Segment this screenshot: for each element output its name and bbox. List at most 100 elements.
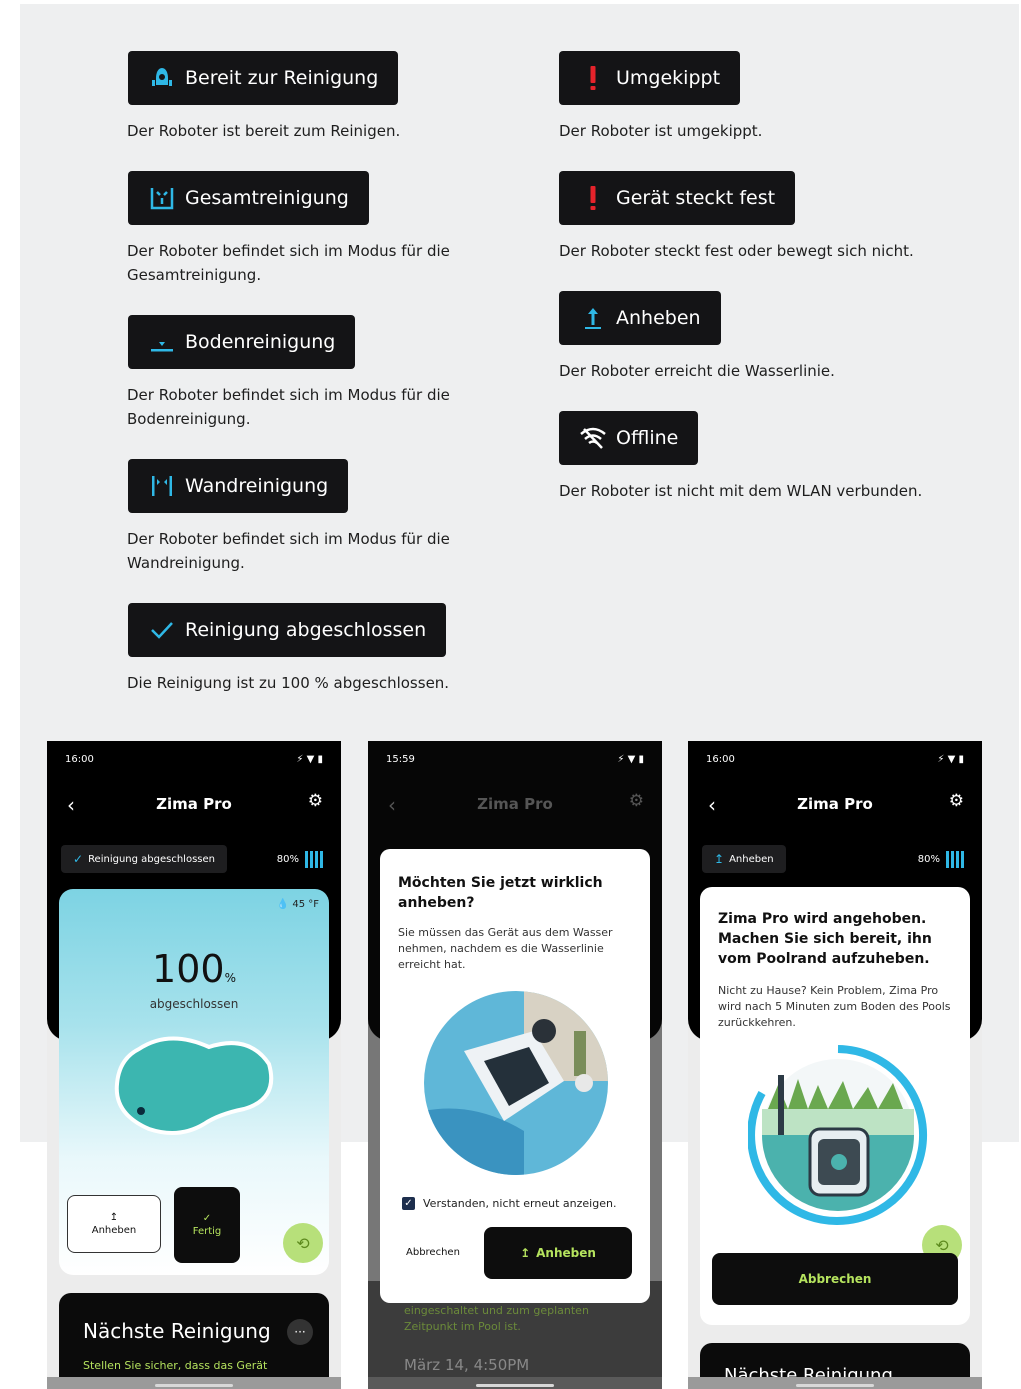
gamepad-icon: ⟲ — [935, 1235, 949, 1255]
progress-value: 100 — [152, 947, 225, 991]
status-badge-tipped: Umgekippt — [559, 51, 741, 105]
background-text: eingeschaltet und zum geplanten Zeitpunk… — [404, 1303, 589, 1335]
battery-percent: 80% — [917, 854, 940, 865]
lifting-card-title: Zima Pro wird angehoben. Machen Sie sich… — [718, 911, 932, 967]
battery-percent: 80% — [276, 854, 299, 865]
done-button[interactable]: ✓ Fertig — [174, 1187, 240, 1263]
water-temperature: 💧 45 °F — [277, 899, 319, 910]
status-icons: ⚡ ▼ ▮ — [296, 753, 323, 765]
lifting-card-body: Nicht zu Hause? Kein Problem, Zima Pro w… — [718, 984, 951, 1029]
status-icons: ⚡ ▼ ▮ — [617, 753, 644, 765]
check-icon: ✓ — [202, 1213, 212, 1224]
status-badge-ready: Bereit zur Reinigung — [128, 51, 399, 105]
back-icon[interactable]: ‹ — [708, 793, 716, 817]
gear-icon[interactable]: ⚙ — [629, 791, 644, 811]
background-line: Zeitpunkt im Pool ist. — [404, 1320, 521, 1333]
badge-label: Gerät steckt fest — [616, 187, 776, 209]
lift-button[interactable]: ↥ Anheben — [67, 1195, 161, 1253]
battery-icon — [946, 851, 964, 868]
badge-description: Der Roboter ist bereit zum Reinigen. — [127, 122, 401, 140]
robot-lift-photo — [424, 991, 608, 1175]
progress-percent: 100% — [59, 947, 329, 991]
status-chip-label: Anheben — [729, 853, 774, 865]
badge-description: Der Roboter erreicht die Wasserlinie. — [559, 362, 835, 380]
bottom-bar — [688, 1377, 982, 1389]
cleaning-progress-card: 💧 45 °F 100% abgeschlossen ↥ Anheben ✓ F… — [59, 889, 329, 1275]
status-badge-lift: Anheben — [559, 291, 721, 345]
next-cleaning-card: Nächste Reinigung ··· Stellen Sie sicher… — [59, 1293, 329, 1389]
next-cleaning-subtitle: Stellen Sie sicher, dass das Gerät — [83, 1359, 268, 1372]
pool-map-illustration — [114, 1036, 274, 1135]
badge-label: Bereit zur Reinigung — [185, 67, 379, 89]
checkbox-label: Verstanden, nicht erneut anzeigen. — [423, 1197, 617, 1210]
gear-icon[interactable]: ⚙ — [308, 791, 323, 811]
status-time: 16:00 — [65, 753, 94, 765]
temperature-value: 45 °F — [292, 899, 319, 910]
badge-description: Der Roboter steckt fest oder bewegt sich… — [559, 242, 914, 260]
gear-icon[interactable]: ⚙ — [949, 791, 964, 811]
droplet-icon: 💧 — [276, 899, 290, 910]
lift-arrow-icon: ↥ — [109, 1212, 119, 1223]
badge-description: Der Roboter befindet sich im Modus für d… — [127, 386, 450, 428]
more-options-button[interactable]: ··· — [287, 1319, 313, 1345]
badge-label: Offline — [616, 427, 679, 449]
lift-arrow-icon — [579, 304, 607, 332]
bottom-bar — [47, 1377, 341, 1389]
gamepad-icon: ⟲ — [296, 1233, 310, 1253]
background-line: eingeschaltet und zum geplanten — [404, 1304, 589, 1317]
dialog-title: Möchten Sie jetzt wirklich anheben? — [398, 875, 603, 911]
back-icon[interactable]: ‹ — [67, 793, 75, 817]
status-badge-stuck: Gerät steckt fest — [559, 171, 796, 225]
phone-screen-lifting: 16:00 ⚡ ▼ ▮ ‹ Zima Pro ⚙ ↥ Anheben 80% Z… — [688, 741, 982, 1389]
done-button-label: Fertig — [192, 1226, 222, 1237]
lift-arrow-icon: ↥ — [714, 852, 725, 866]
badge-label: Wandreinigung — [185, 475, 329, 497]
cancel-lift-button[interactable]: Abbrechen — [712, 1253, 958, 1305]
dont-show-again-checkbox[interactable]: ✓ Verstanden, nicht erneut anzeigen. — [402, 1197, 616, 1210]
status-badge-wall-clean: Wandreinigung — [128, 459, 349, 513]
status-icons: ⚡ ▼ ▮ — [937, 753, 964, 765]
page-title: Zima Pro — [477, 795, 553, 813]
status-badge-floor-clean: Bodenreinigung — [128, 315, 356, 369]
cancel-button[interactable]: Abbrechen — [406, 1247, 460, 1258]
status-bar: 15:59 ⚡ ▼ ▮ — [386, 753, 644, 765]
full-clean-icon — [148, 184, 176, 212]
status-badge-complete: Reinigung abgeschlossen — [128, 603, 447, 657]
check-icon: ✓ — [73, 852, 84, 866]
lift-arrow-icon: ↥ — [520, 1246, 531, 1260]
status-badge-full-clean: Gesamtreinigung — [128, 171, 369, 225]
status-time: 16:00 — [706, 753, 735, 765]
confirm-lift-button[interactable]: ↥ Anheben — [484, 1227, 632, 1279]
badge-description: Der Roboter befindet sich im Modus für d… — [127, 530, 450, 572]
cancel-lift-label: Abbrechen — [798, 1272, 872, 1286]
page-title: Zima Pro — [797, 795, 873, 813]
badge-description: Der Roboter befindet sich im Modus für d… — [127, 242, 450, 284]
dialog-body: Sie müssen das Gerät aus dem Wasser nehm… — [398, 926, 613, 971]
back-icon[interactable]: ‹ — [388, 793, 396, 817]
status-chip: ✓ Reinigung abgeschlossen — [61, 845, 227, 873]
title-bar: ‹ Zima Pro ⚙ — [688, 791, 982, 819]
home-indicator — [476, 1384, 554, 1387]
bottom-bar — [368, 1377, 662, 1389]
lift-confirm-dialog: Möchten Sie jetzt wirklich anheben? Sie … — [380, 849, 650, 1303]
badge-description: Die Reinigung ist zu 100 % abgeschlossen… — [127, 674, 450, 692]
page-title: Zima Pro — [156, 795, 232, 813]
badge-description: Der Roboter ist nicht mit dem WLAN verbu… — [559, 482, 923, 500]
status-bar: 16:00 ⚡ ▼ ▮ — [65, 753, 323, 765]
robot-icon — [148, 64, 176, 92]
alert-icon — [579, 64, 607, 92]
next-cleaning-title: Nächste Reinigung — [83, 1319, 271, 1343]
battery-icon — [305, 851, 323, 868]
schedule-date: März 14, 4:50PM — [404, 1356, 530, 1374]
checkbox-checked-icon[interactable]: ✓ — [402, 1197, 415, 1210]
badge-label: Umgekippt — [616, 67, 721, 89]
progress-label: abgeschlossen — [149, 997, 239, 1011]
check-icon — [148, 616, 176, 644]
badge-label: Anheben — [616, 307, 701, 329]
status-time: 15:59 — [386, 753, 415, 765]
remote-control-button[interactable]: ⟲ — [283, 1223, 323, 1263]
lifting-progress-illustration — [748, 1045, 928, 1225]
badge-label: Bodenreinigung — [185, 331, 336, 353]
status-bar: 16:00 ⚡ ▼ ▮ — [706, 753, 964, 765]
status-chip-label: Reinigung abgeschlossen — [88, 853, 215, 865]
